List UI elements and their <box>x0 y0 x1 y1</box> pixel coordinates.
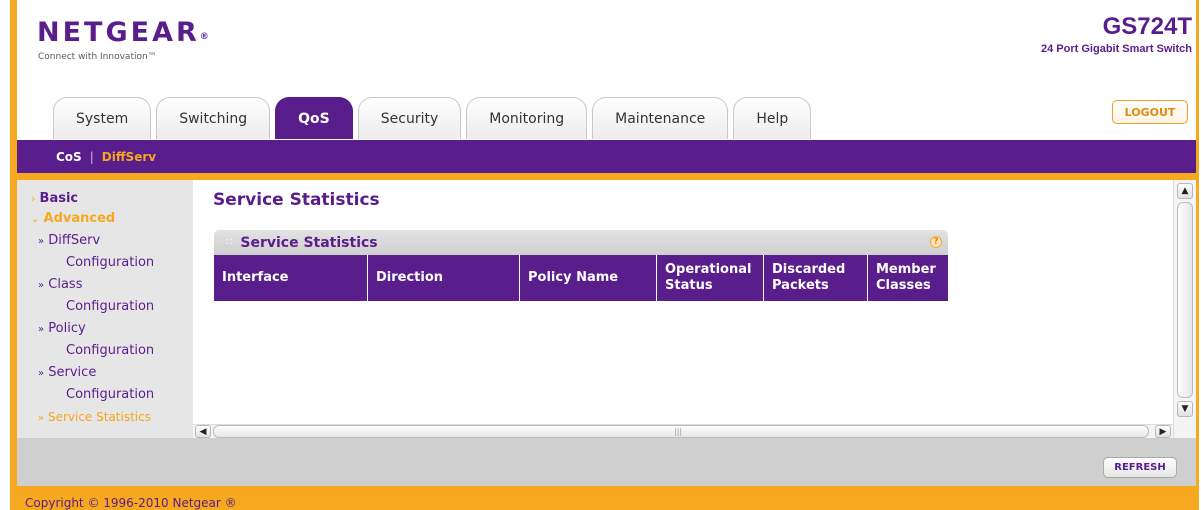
sidebar-item-basic[interactable]: › Basic <box>31 189 78 209</box>
chevron-down-icon[interactable]: ▼ <box>1177 401 1193 417</box>
registered-mark: ® <box>199 32 209 42</box>
chevron-left-icon[interactable]: ◀ <box>195 425 211 438</box>
column-header-member-classes: Member Classes <box>867 255 948 301</box>
sidebar-item-label-cont[interactable]: Configuration <box>66 253 154 273</box>
sidebar-item-policy-configuration[interactable]: » Policy <box>38 319 86 340</box>
tab-maintenance[interactable]: Maintenance <box>592 97 729 139</box>
sidebar-item-service-statistics[interactable]: » Service Statistics <box>38 407 151 429</box>
chevron-up-icon[interactable]: ▲ <box>1177 183 1193 199</box>
sidebar-item-label: Service Statistics <box>47 410 151 424</box>
service-statistics-panel: ∷ Service Statistics ? Interface Directi… <box>214 230 948 301</box>
action-bar: REFRESH <box>17 438 1196 486</box>
chevron-right-icon[interactable]: ▶ <box>1155 425 1171 438</box>
tab-qos[interactable]: QoS <box>275 97 353 139</box>
panel-header: ∷ Service Statistics ? <box>214 230 948 255</box>
page-title: Service Statistics <box>213 190 380 210</box>
sidebar-item-class-configuration[interactable]: » Class <box>38 275 82 296</box>
chevron-right-icon: › <box>31 192 36 205</box>
subnav-item-diffserv[interactable]: DiffServ <box>102 150 156 164</box>
service-statistics-table: Interface Direction Policy Name Operatio… <box>214 255 948 301</box>
tab-security[interactable]: Security <box>357 97 462 139</box>
tab-monitoring[interactable]: Monitoring <box>466 97 588 139</box>
sidebar-item-service-configuration[interactable]: » Service <box>38 363 96 384</box>
vertical-scroll-thumb[interactable] <box>1177 202 1193 398</box>
sidebar-item-label-cont[interactable]: Configuration <box>66 385 154 405</box>
sidebar-item-diffserv-configuration[interactable]: » DiffServ <box>38 231 100 252</box>
netgear-logo: NETGEAR® <box>37 17 209 48</box>
tab-system[interactable]: System <box>53 97 152 139</box>
double-chevron-icon: » <box>38 280 45 291</box>
table-header-row: Interface Direction Policy Name Operatio… <box>214 255 948 301</box>
column-header-interface: Interface <box>214 255 368 301</box>
subnav-item-cos[interactable]: CoS <box>56 150 82 164</box>
tab-help[interactable]: Help <box>733 97 812 139</box>
column-header-operational-status: Operational Status <box>656 255 764 301</box>
tab-switching[interactable]: Switching <box>156 97 271 139</box>
column-header-policy-name: Policy Name <box>519 255 657 301</box>
copyright: Copyright © 1996-2010 Netgear ® <box>25 496 237 510</box>
sidebar-item-label: DiffServ <box>48 233 101 248</box>
sidebar-item-advanced[interactable]: ⌄ Advanced <box>31 209 115 230</box>
sidebar-item-label: Basic <box>39 191 79 206</box>
model-name: GS724T <box>1102 13 1192 40</box>
help-icon[interactable]: ? <box>930 236 942 248</box>
model-description: 24 Port Gigabit Smart Switch <box>1041 43 1192 55</box>
tagline: Connect with Innovation™ <box>38 52 157 62</box>
sidebar-item-label: Advanced <box>43 211 116 226</box>
content-area: › Basic ⌄ Advanced » DiffServ Configurat… <box>17 180 1196 438</box>
subnav: CoS | DiffServ <box>17 140 1196 173</box>
grip-icon: ||| <box>674 427 683 436</box>
double-chevron-icon: » <box>38 236 45 247</box>
chevron-down-icon: ⌄ <box>31 214 40 225</box>
logout-button[interactable]: LOGOUT <box>1112 100 1188 124</box>
vertical-scrollbar[interactable]: ▲ ▼ <box>1173 180 1196 438</box>
column-header-direction: Direction <box>367 255 520 301</box>
sidebar-item-label: Class <box>48 277 83 292</box>
panel-title: Service Statistics <box>240 234 378 251</box>
main-tabs: System Switching QoS Security Monitoring… <box>53 97 812 140</box>
horizontal-scrollbar[interactable]: ◀ ||| ▶ <box>193 424 1173 438</box>
grip-icon: ∷ <box>226 237 233 248</box>
sidebar-item-label: Service <box>48 365 97 380</box>
double-chevron-icon: » <box>38 368 45 379</box>
horizontal-scroll-thumb[interactable]: ||| <box>213 425 1149 438</box>
main-panel: Service Statistics ∷ Service Statistics … <box>193 180 1173 424</box>
sidebar-item-label: Policy <box>48 321 86 336</box>
refresh-button[interactable]: REFRESH <box>1103 457 1177 478</box>
sidebar-item-label-cont[interactable]: Configuration <box>66 297 154 317</box>
double-chevron-icon: » <box>38 413 45 424</box>
subnav-separator: | <box>89 149 94 164</box>
column-header-discarded-packets: Discarded Packets <box>763 255 868 301</box>
sidebar: › Basic ⌄ Advanced » DiffServ Configurat… <box>17 180 193 438</box>
header: NETGEAR® Connect with Innovation™ GS724T… <box>17 0 1196 140</box>
double-chevron-icon: » <box>38 324 45 335</box>
sidebar-item-label-cont[interactable]: Configuration <box>66 341 154 361</box>
